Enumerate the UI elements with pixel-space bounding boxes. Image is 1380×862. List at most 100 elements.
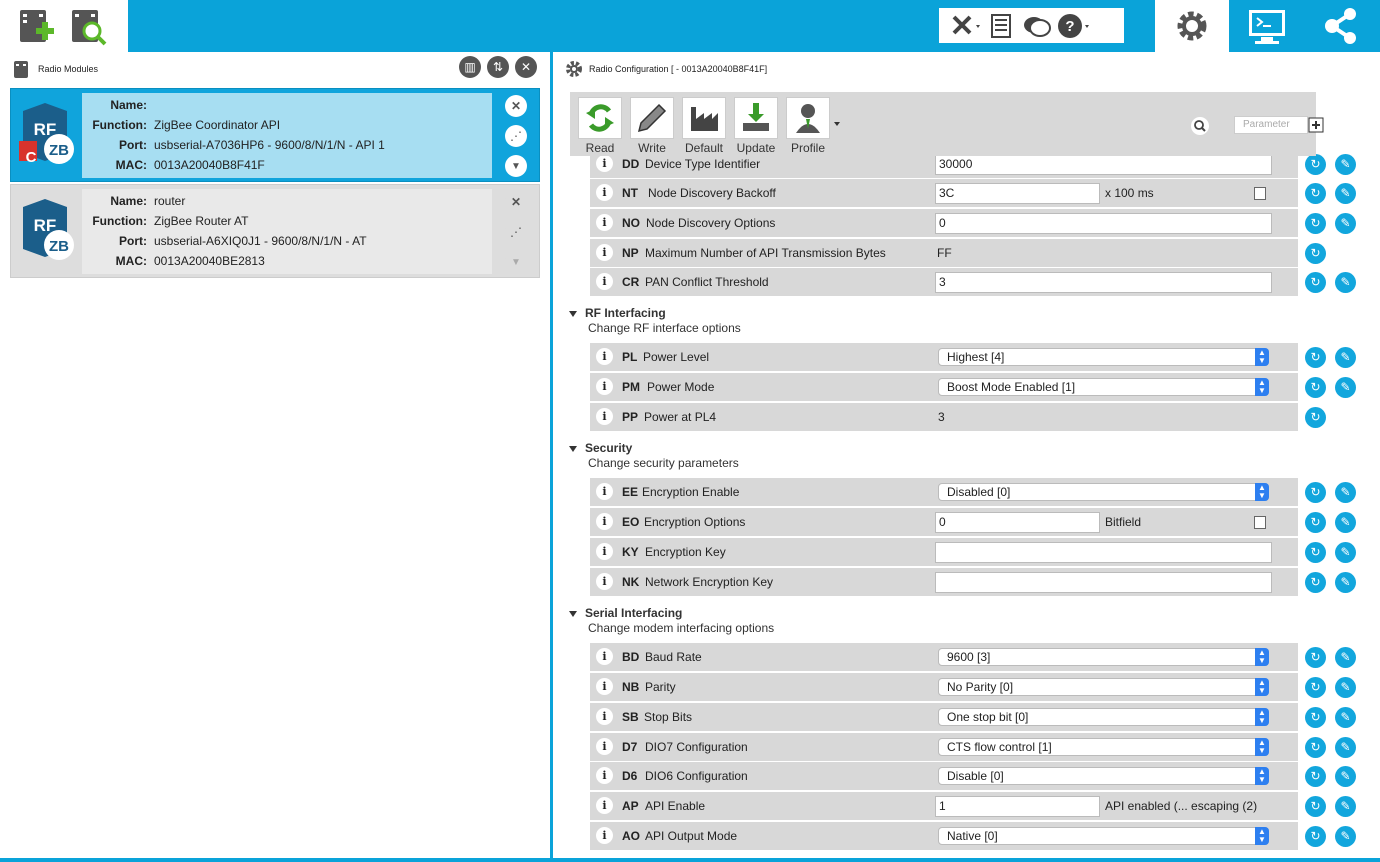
write-param-button[interactable]: ✎ bbox=[1335, 707, 1356, 728]
write-param-button[interactable]: ✎ bbox=[1335, 183, 1356, 204]
calculator-icon[interactable] bbox=[1254, 516, 1266, 529]
param-value-select[interactable]: Boost Mode Enabled [1] ▲ ▼ bbox=[938, 378, 1269, 396]
module-card-coordinator[interactable]: RF ZB C Name: Function: ZigBee Coordinato… bbox=[10, 88, 540, 182]
load-profile-button[interactable]: ▥ bbox=[459, 56, 481, 78]
section-rf-interfacing[interactable]: RF Interfacing bbox=[569, 306, 666, 320]
info-icon[interactable]: i bbox=[596, 708, 613, 725]
remove-all-button[interactable]: ✕ bbox=[515, 56, 537, 78]
profile-button[interactable]: Profile bbox=[786, 97, 830, 155]
param-value-input[interactable]: 0 bbox=[935, 213, 1272, 234]
discover-module-button[interactable] bbox=[68, 6, 108, 46]
calculator-icon[interactable] bbox=[1254, 187, 1266, 200]
param-value-select[interactable]: One stop bit [0] ▲ ▼ bbox=[938, 708, 1269, 726]
parameter-search-input[interactable]: Parameter bbox=[1234, 116, 1308, 134]
write-param-button[interactable]: ✎ bbox=[1335, 572, 1356, 593]
info-icon[interactable]: i bbox=[596, 797, 613, 814]
write-param-button[interactable]: ✎ bbox=[1335, 512, 1356, 533]
module-card-router[interactable]: RF ZB Name: router Function: ZigBee Router… bbox=[10, 184, 540, 278]
write-param-button[interactable]: ✎ bbox=[1335, 647, 1356, 668]
param-value-select[interactable]: Disable [0] ▲ ▼ bbox=[938, 767, 1269, 785]
info-icon[interactable]: i bbox=[596, 543, 613, 560]
param-value-input[interactable] bbox=[935, 572, 1272, 593]
param-value-select[interactable]: Disabled [0] ▲ ▼ bbox=[938, 483, 1269, 501]
refresh-param-button[interactable]: ↻ bbox=[1305, 512, 1326, 533]
info-icon[interactable]: i bbox=[596, 214, 613, 231]
info-icon[interactable]: i bbox=[596, 155, 613, 172]
info-icon[interactable]: i bbox=[596, 184, 613, 201]
refresh-param-button[interactable]: ↻ bbox=[1305, 677, 1326, 698]
write-param-button[interactable]: ✎ bbox=[1335, 542, 1356, 563]
refresh-param-button[interactable]: ↻ bbox=[1305, 707, 1326, 728]
default-button[interactable]: Default bbox=[682, 97, 726, 155]
network-module-button[interactable]: ⋰ bbox=[505, 125, 527, 147]
tab-network-mode[interactable] bbox=[1305, 0, 1379, 52]
refresh-param-button[interactable]: ↻ bbox=[1305, 377, 1326, 398]
refresh-param-button[interactable]: ↻ bbox=[1305, 647, 1326, 668]
info-icon[interactable]: i bbox=[596, 348, 613, 365]
tools-menu[interactable] bbox=[949, 12, 981, 40]
tab-console-mode[interactable] bbox=[1230, 0, 1304, 52]
info-icon[interactable]: i bbox=[596, 738, 613, 755]
help-menu[interactable]: ? bbox=[1057, 12, 1089, 40]
write-param-button[interactable]: ✎ bbox=[1335, 796, 1356, 817]
refresh-param-button[interactable]: ↻ bbox=[1305, 213, 1326, 234]
refresh-param-button[interactable]: ↻ bbox=[1305, 183, 1326, 204]
refresh-param-button[interactable]: ↻ bbox=[1305, 272, 1326, 293]
console-log-button[interactable] bbox=[985, 12, 1017, 40]
info-icon[interactable]: i bbox=[596, 513, 613, 530]
info-icon[interactable]: i bbox=[596, 573, 613, 590]
expand-module-button[interactable]: ▼ bbox=[505, 155, 527, 177]
feedback-button[interactable] bbox=[1021, 12, 1053, 40]
write-param-button[interactable]: ✎ bbox=[1335, 154, 1356, 175]
write-param-button[interactable]: ✎ bbox=[1335, 766, 1356, 787]
write-param-button[interactable]: ✎ bbox=[1335, 482, 1356, 503]
info-icon[interactable]: i bbox=[596, 648, 613, 665]
refresh-param-button[interactable]: ↻ bbox=[1305, 737, 1326, 758]
info-icon[interactable]: i bbox=[596, 378, 613, 395]
param-value-select[interactable]: Native [0] ▲ ▼ bbox=[938, 827, 1269, 845]
refresh-param-button[interactable]: ↻ bbox=[1305, 243, 1326, 264]
refresh-param-button[interactable]: ↻ bbox=[1305, 766, 1326, 787]
write-param-button[interactable]: ✎ bbox=[1335, 677, 1356, 698]
expand-module-button[interactable]: ▼ bbox=[505, 251, 527, 273]
refresh-param-button[interactable]: ↻ bbox=[1305, 796, 1326, 817]
param-value-input[interactable]: 3C bbox=[935, 183, 1100, 204]
profile-dropdown-arrow[interactable] bbox=[834, 122, 840, 126]
param-value-input[interactable]: 3 bbox=[935, 272, 1272, 293]
info-icon[interactable]: i bbox=[596, 678, 613, 695]
section-security[interactable]: Security bbox=[569, 441, 632, 455]
add-module-button[interactable] bbox=[16, 6, 56, 46]
param-value-select[interactable]: 9600 [3] ▲ ▼ bbox=[938, 648, 1269, 666]
refresh-param-button[interactable]: ↻ bbox=[1305, 826, 1326, 847]
info-icon[interactable]: i bbox=[596, 767, 613, 784]
write-param-button[interactable]: ✎ bbox=[1335, 737, 1356, 758]
update-button[interactable]: Update bbox=[734, 97, 778, 155]
write-param-button[interactable]: ✎ bbox=[1335, 377, 1356, 398]
refresh-param-button[interactable]: ↻ bbox=[1305, 154, 1326, 175]
refresh-param-button[interactable]: ↻ bbox=[1305, 407, 1326, 428]
refresh-param-button[interactable]: ↻ bbox=[1305, 482, 1326, 503]
expand-all-button[interactable] bbox=[1307, 114, 1327, 134]
write-param-button[interactable]: ✎ bbox=[1335, 826, 1356, 847]
tab-configuration-mode[interactable] bbox=[1155, 0, 1229, 52]
param-value-input[interactable]: 0 bbox=[935, 512, 1100, 533]
remove-module-button[interactable]: ✕ bbox=[505, 191, 527, 213]
write-button[interactable]: Write bbox=[630, 97, 674, 155]
write-param-button[interactable]: ✎ bbox=[1335, 347, 1356, 368]
info-icon[interactable]: i bbox=[596, 408, 613, 425]
write-param-button[interactable]: ✎ bbox=[1335, 272, 1356, 293]
remove-module-button[interactable]: ✕ bbox=[505, 95, 527, 117]
param-value-select[interactable]: Highest [4] ▲ ▼ bbox=[938, 348, 1269, 366]
info-icon[interactable]: i bbox=[596, 827, 613, 844]
info-icon[interactable]: i bbox=[596, 244, 613, 261]
param-value-input[interactable]: 30000 bbox=[935, 154, 1272, 175]
refresh-param-button[interactable]: ↻ bbox=[1305, 542, 1326, 563]
section-serial-interfacing[interactable]: Serial Interfacing bbox=[569, 606, 682, 620]
sort-modules-button[interactable]: ⇅ bbox=[487, 56, 509, 78]
write-param-button[interactable]: ✎ bbox=[1335, 213, 1356, 234]
info-icon[interactable]: i bbox=[596, 483, 613, 500]
param-value-input[interactable] bbox=[935, 542, 1272, 563]
param-value-select[interactable]: No Parity [0] ▲ ▼ bbox=[938, 678, 1269, 696]
info-icon[interactable]: i bbox=[596, 273, 613, 290]
refresh-param-button[interactable]: ↻ bbox=[1305, 572, 1326, 593]
